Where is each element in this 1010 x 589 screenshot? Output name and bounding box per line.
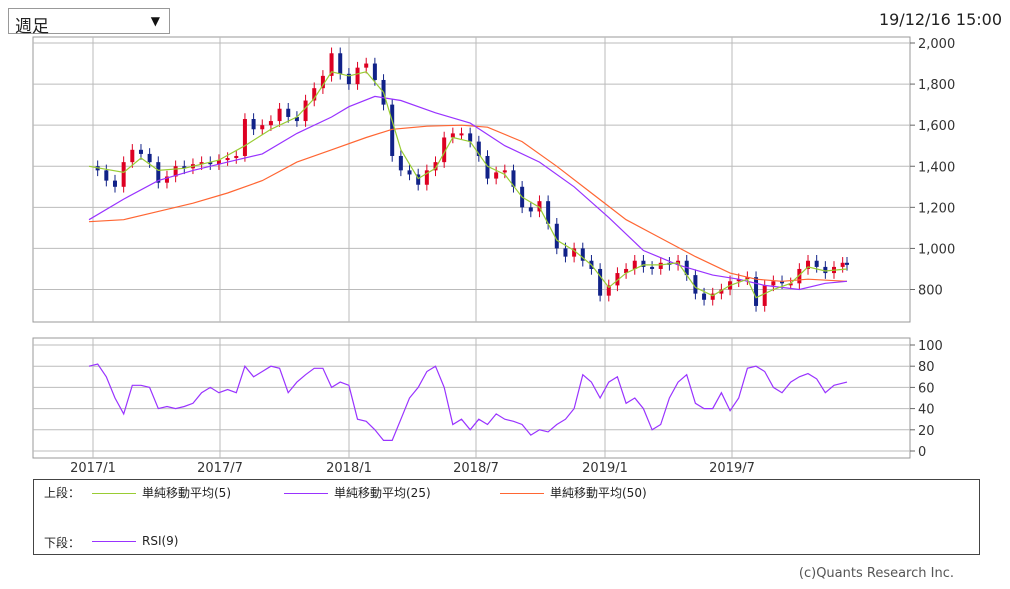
candle-body (762, 285, 767, 306)
candle-body (234, 155, 239, 159)
price-panel-frame (32, 36, 911, 323)
y-tick-label: 1,400 (918, 160, 955, 175)
copyright: (c)Quants Research Inc. (798, 566, 954, 581)
legend-swatch-rsi (92, 541, 136, 542)
candle-body (372, 63, 377, 80)
candle-body (702, 293, 707, 300)
candle-body (771, 281, 776, 286)
rsi-tick-label: 60 (918, 381, 935, 396)
x-tick-label: 2019/1 (582, 461, 628, 476)
rsi-tick-label: 0 (918, 445, 926, 460)
legend-item-sma25: 単純移動平均(25) (284, 484, 431, 501)
legend-lower-label: 下段： (44, 536, 81, 550)
candle-body (147, 153, 152, 163)
x-tick-label: 2019/7 (709, 461, 755, 476)
rsi-tick-label: 20 (918, 424, 935, 439)
candle-body (130, 149, 135, 163)
candle-body (112, 180, 117, 187)
candle-body (225, 158, 230, 161)
y-tick-label: 1,200 (918, 201, 955, 216)
x-tick-label: 2017/1 (70, 461, 116, 476)
candle-body (121, 162, 126, 187)
x-tick-label: 2017/7 (197, 461, 243, 476)
candle-body (260, 125, 265, 130)
candle-body (277, 108, 282, 122)
legend-item-rsi: RSI(9) (92, 534, 179, 548)
candle-body (450, 133, 455, 138)
candle-body (338, 53, 343, 74)
candle-body (840, 262, 845, 267)
candle-body (598, 268, 603, 296)
y-tick-label: 1,600 (918, 119, 955, 134)
candle-body (138, 149, 143, 154)
candle-body (554, 223, 559, 249)
candle-body (242, 119, 247, 156)
legend-item-sma50: 単純移動平均(50) (500, 484, 647, 501)
candle-body (459, 133, 464, 136)
rsi-tick-label: 40 (918, 403, 935, 418)
y-tick-label: 2,000 (918, 37, 955, 52)
x-tick-label: 2018/1 (326, 461, 372, 476)
candle-body (845, 262, 849, 265)
candle-body (355, 67, 360, 85)
legend-swatch-sma50 (500, 493, 544, 494)
candle-body (528, 207, 533, 212)
candle-body (407, 170, 412, 175)
candle-body (754, 277, 759, 306)
candle-body (268, 121, 273, 126)
candle-body (286, 108, 291, 117)
candle-body (251, 119, 256, 130)
candle-body (650, 266, 655, 269)
legend-swatch-sma5 (92, 493, 136, 494)
x-tick-label: 2018/7 (453, 461, 499, 476)
candle-body (398, 155, 403, 171)
candle-body (823, 266, 828, 274)
candle-body (563, 248, 568, 257)
legend-item-sma5: 単純移動平均(5) (92, 484, 231, 501)
legend: 上段： 単純移動平均(5) 単純移動平均(25) 単純移動平均(50) 下段： … (33, 479, 980, 555)
candle-body (303, 100, 308, 122)
candle-body (468, 133, 473, 142)
candle-body (104, 170, 109, 181)
candle-body (693, 275, 698, 294)
y-tick-label: 1,800 (918, 78, 955, 93)
candle-body (658, 262, 663, 269)
candle-body (502, 170, 507, 173)
y-tick-label: 1,000 (918, 242, 955, 257)
rsi-tick-label: 80 (918, 360, 935, 375)
candle-body (364, 63, 369, 68)
rsi-tick-label: 100 (918, 339, 943, 354)
legend-upper-label: 上段： (44, 486, 81, 500)
y-tick-label: 800 (918, 284, 943, 299)
candle-body (814, 260, 819, 267)
rsi-panel-frame (32, 337, 911, 459)
legend-swatch-sma25 (284, 493, 328, 494)
candle-body (494, 172, 499, 179)
